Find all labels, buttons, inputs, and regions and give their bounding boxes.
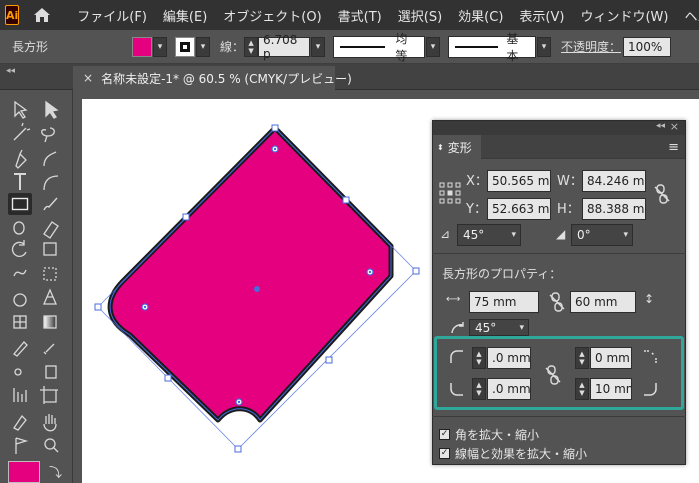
corner-link-icon[interactable] (545, 365, 561, 385)
w-input[interactable]: 84.246 mi (582, 170, 646, 192)
corner-br-icon[interactable] (642, 381, 658, 397)
collapse-panel-icon[interactable]: ◂◂ (656, 121, 665, 131)
chevron-down-icon: ▾ (623, 230, 628, 240)
scale-corners-row[interactable]: ✓ 角を拡大・縮小 (439, 426, 539, 443)
center-point (254, 286, 260, 292)
rect-angle-select[interactable]: 45° ▾ (469, 319, 529, 336)
corner-tl-input[interactable]: .0 mm (487, 347, 531, 369)
reference-point-icon[interactable] (439, 182, 461, 204)
chevron-down-icon: ▾ (519, 322, 524, 333)
y-label: Y： (466, 202, 487, 217)
scale-strokes-label: 線幅と効果を拡大・縮小 (455, 447, 588, 461)
corner-br-input[interactable]: 10 mn (590, 378, 632, 400)
transform-tab[interactable]: ⬍ 変形 (433, 135, 481, 159)
constrain-proportions-icon[interactable] (654, 184, 670, 204)
y-input[interactable]: 52.663 mi (487, 198, 551, 220)
corner-tr-input[interactable]: 0 mm (590, 347, 632, 369)
corner-tr-icon[interactable] (642, 349, 658, 365)
shear-icon: ◢ (556, 227, 566, 241)
x-label: X： (466, 174, 488, 189)
rect-width-icon: ⟷ (446, 294, 461, 305)
panel-title-strip: ◂◂ × (433, 120, 685, 135)
scale-strokes-row[interactable]: ✓ 線幅と効果を拡大・縮小 (439, 445, 587, 462)
corner-bl-icon[interactable] (449, 381, 465, 397)
rect-height-icon: ↕ (644, 292, 655, 306)
tab-arrows-icon: ⬍ (437, 142, 444, 152)
rect-height-input[interactable]: 60 mm (570, 291, 636, 313)
close-panel-icon[interactable]: × (670, 120, 679, 133)
rotate-angle-select[interactable]: 45° ▾ (457, 224, 521, 246)
panel-divider-bottom (432, 416, 686, 417)
panel-divider (432, 253, 686, 254)
rect-link-icon[interactable] (549, 292, 565, 312)
shear-angle-value: 0° (577, 228, 591, 242)
rect-angle-icon (451, 322, 464, 334)
rectangle-shape[interactable] (107, 125, 394, 423)
panel-header: ⬍ 変形 ≡ (433, 135, 685, 159)
corner-tl-icon[interactable] (449, 349, 465, 365)
transform-tab-label: 変形 (447, 140, 472, 155)
rect-properties-label: 長方形のプロパティ： (442, 267, 562, 281)
chevron-down-icon: ▾ (511, 230, 516, 240)
rotate-icon: ⊿ (440, 227, 451, 241)
rect-width-input[interactable]: 75 mm (469, 291, 539, 313)
corner-bl-stepper[interactable]: ▲ ▼ (472, 378, 486, 400)
corner-br-stepper[interactable]: ▲ ▼ (575, 378, 589, 400)
panel-menu-icon[interactable]: ≡ (668, 140, 679, 155)
shear-angle-select[interactable]: 0° ▾ (571, 224, 633, 246)
corner-tl-stepper[interactable]: ▲ ▼ (472, 347, 486, 369)
h-label: H： (557, 202, 580, 217)
scale-strokes-checkbox[interactable]: ✓ (439, 448, 450, 459)
x-input[interactable]: 50.565 mi (487, 170, 551, 192)
rect-angle-value: 45° (475, 320, 497, 335)
scale-corners-label: 角を拡大・縮小 (455, 428, 540, 442)
scale-corners-checkbox[interactable]: ✓ (439, 429, 450, 440)
rotate-angle-value: 45° (463, 228, 485, 242)
corner-tr-stepper[interactable]: ▲ ▼ (575, 347, 589, 369)
h-input[interactable]: 88.388 mi (582, 198, 646, 220)
corner-bl-input[interactable]: .0 mm (487, 378, 531, 400)
w-label: W： (557, 174, 583, 189)
